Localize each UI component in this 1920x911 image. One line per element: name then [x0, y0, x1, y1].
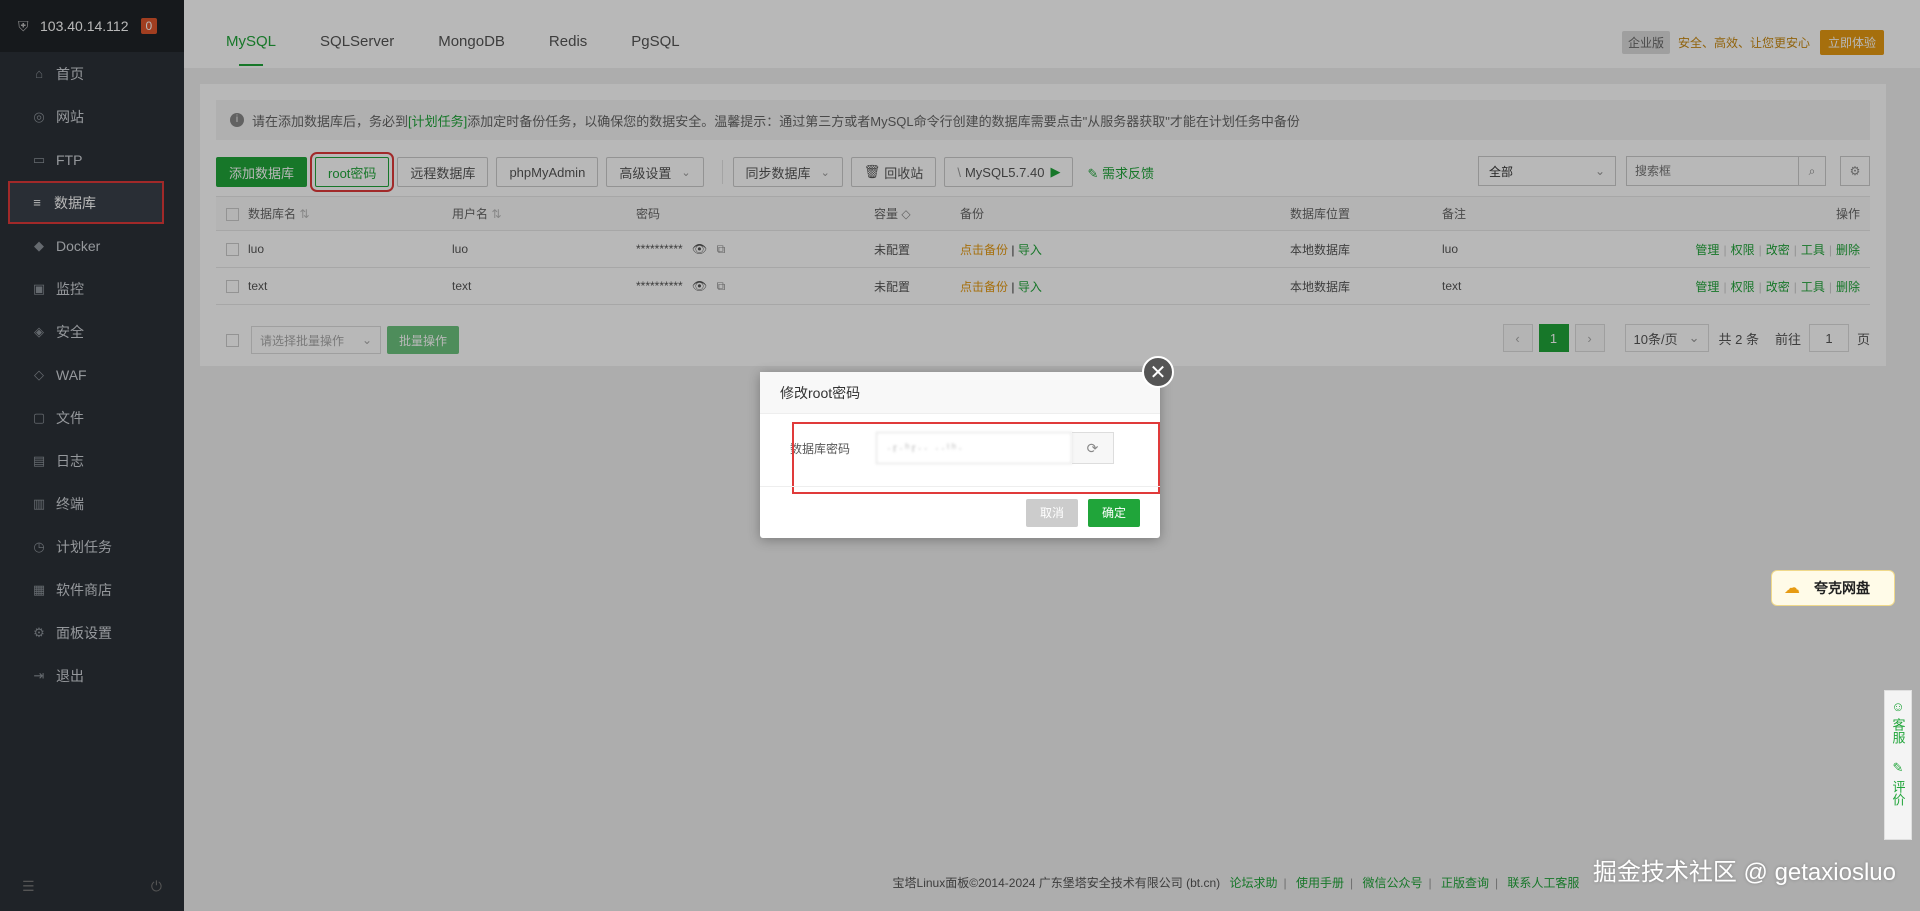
- juejin-watermark: 掘金技术社区 @ getaxiosluo: [1592, 859, 1896, 886]
- quark-label: 夸克网盘: [1814, 580, 1870, 596]
- dialog-footer: 取消 确定: [760, 486, 1160, 538]
- headset-icon: ☺: [1891, 699, 1905, 714]
- password-input[interactable]: ·r·ʰr·· ··ᵗʰ·: [876, 432, 1072, 464]
- customer-service-button[interactable]: 客服: [1889, 718, 1908, 744]
- cloud-icon: ☁: [1784, 580, 1800, 597]
- cancel-button[interactable]: 取消: [1025, 498, 1078, 527]
- confirm-button[interactable]: 确定: [1087, 498, 1140, 527]
- service-sidebar: ☺ 客服 ✎ 评价: [1884, 690, 1912, 840]
- review-icon: ✎: [1892, 760, 1904, 775]
- dialog-title: 修改root密码: [760, 372, 1160, 414]
- root-password-dialog: ✕ 修改root密码 数据库密码 ·r·ʰr·· ··ᵗʰ· ⟳ 取消 确定: [760, 356, 1174, 538]
- quark-drive-widget[interactable]: ☁ 夸克网盘: [1771, 570, 1895, 606]
- dialog-body: 数据库密码 ·r·ʰr·· ··ᵗʰ· ⟳: [760, 414, 1160, 494]
- close-icon[interactable]: ✕: [1142, 356, 1174, 388]
- review-button[interactable]: 评价: [1889, 780, 1908, 806]
